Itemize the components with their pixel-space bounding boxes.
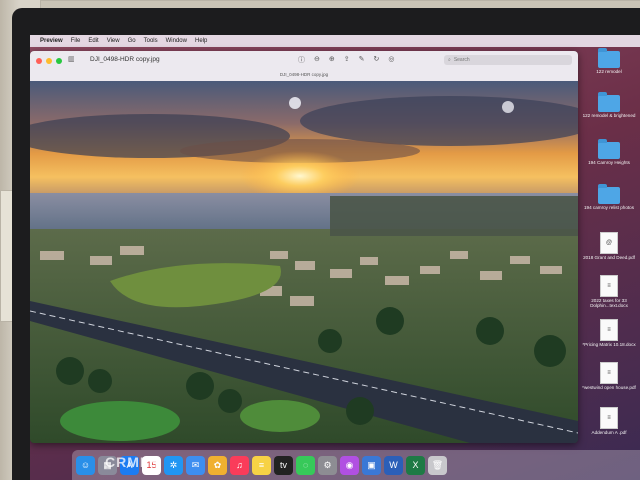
desktop-icon-westwind-open-house[interactable]: ≡ *westwind open house.pdf bbox=[578, 362, 640, 390]
toolbar-tools: ⓘ ⊖ ⊕ ⇪ ✎ ↻ ◎ bbox=[298, 55, 394, 65]
aerial-photo-image bbox=[30, 81, 578, 443]
desktop-icon-122-remodel-brightened[interactable]: 122 remodel & brightened bbox=[578, 92, 640, 118]
menu-help[interactable]: Help bbox=[195, 38, 207, 44]
window-title: DJI_0498-HDR copy.jpg bbox=[90, 56, 160, 63]
markup-icon[interactable]: ✎ bbox=[359, 55, 365, 65]
desktop-icon-label: 2022 taxes for 33 Dolphin...text.docx bbox=[590, 298, 628, 309]
trash-icon[interactable]: 🗑 bbox=[428, 455, 447, 475]
apple-tv-icon[interactable]: tv bbox=[274, 455, 293, 475]
desktop-icon-label: 194 Camroy Heights bbox=[588, 160, 630, 165]
zoom-button[interactable] bbox=[56, 58, 62, 64]
mac-screen: Preview File Edit View Go Tools Window H… bbox=[30, 35, 640, 480]
safari-icon[interactable]: ✲ bbox=[164, 455, 183, 475]
close-button[interactable] bbox=[36, 58, 42, 64]
preview-window: ▥ DJI_0498-HDR copy.jpg ⓘ ⊖ ⊕ ⇪ ✎ ↻ ◎ ⌕ … bbox=[30, 51, 578, 443]
menu-bar: Preview File Edit View Go Tools Window H… bbox=[30, 35, 640, 47]
traffic-lights bbox=[36, 58, 62, 64]
search-icon: ⌕ bbox=[448, 57, 451, 63]
desktop-icon-addendum-a[interactable]: ≡ Addendum A .pdf bbox=[578, 407, 640, 435]
desktop-icons: 122 remodel 122 remodel & brightened 194… bbox=[578, 47, 640, 467]
sidebar-toggle-icon[interactable]: ▥ bbox=[68, 55, 75, 63]
rotate-icon[interactable]: ↻ bbox=[374, 55, 380, 65]
desktop-icon-122-remodel[interactable]: 122 remodel bbox=[578, 48, 640, 74]
desktop-icon-taxes-docx[interactable]: ≡ 2022 taxes for 33 Dolphin...text.docx bbox=[578, 275, 640, 308]
desktop-icon-label: 122 remodel bbox=[596, 69, 622, 74]
music-icon[interactable]: ♫ bbox=[230, 455, 249, 475]
desktop-icon-label: *westwind open house.pdf bbox=[582, 385, 636, 390]
menu-file[interactable]: File bbox=[71, 38, 81, 44]
desktop-icon-label: 2018 Grant and Deed.pdf bbox=[583, 255, 635, 260]
mail-icon[interactable]: ✉ bbox=[186, 455, 205, 475]
document-icon: ≡ bbox=[600, 362, 618, 384]
excel-icon[interactable]: X bbox=[406, 455, 425, 475]
finder-icon[interactable]: ☺ bbox=[76, 455, 95, 475]
notes-icon[interactable]: ≡ bbox=[252, 455, 271, 475]
menu-go[interactable]: Go bbox=[128, 38, 136, 44]
document-icon: ≡ bbox=[600, 275, 618, 297]
zoom-in-icon[interactable]: ⊕ bbox=[329, 55, 335, 65]
document-icon: ≡ bbox=[600, 407, 618, 429]
folder-icon bbox=[598, 48, 620, 68]
photos-icon[interactable]: ✿ bbox=[208, 455, 227, 475]
document-subtitle: DJI_0498-HDR copy.jpg bbox=[279, 72, 329, 77]
document-icon: @ bbox=[600, 232, 618, 254]
word-icon[interactable]: W bbox=[384, 455, 403, 475]
menu-view[interactable]: View bbox=[107, 38, 120, 44]
messages-icon[interactable]: ◌ bbox=[296, 455, 315, 475]
zoom-out-icon[interactable]: ⊖ bbox=[314, 55, 320, 65]
preview-icon[interactable]: ▣ bbox=[362, 455, 381, 475]
system-settings-icon[interactable]: ⚙ bbox=[318, 455, 337, 475]
desktop-icon-grant-deed[interactable]: @ 2018 Grant and Deed.pdf bbox=[578, 232, 640, 260]
menu-tools[interactable]: Tools bbox=[144, 38, 158, 44]
folder-icon bbox=[598, 184, 620, 204]
annotate-icon[interactable]: ◎ bbox=[388, 55, 394, 65]
desktop-icon-label: *Pricing Matrix 10.18.docx bbox=[582, 342, 636, 347]
info-icon[interactable]: ⓘ bbox=[298, 55, 305, 65]
desktop-icon-label: Addendum A .pdf bbox=[591, 430, 627, 435]
podcasts-icon[interactable]: ◉ bbox=[340, 455, 359, 475]
desktop-icon-pricing-matrix[interactable]: ≡ *Pricing Matrix 10.18.docx bbox=[578, 319, 640, 347]
aerial-photo bbox=[30, 81, 578, 443]
search-field[interactable]: ⌕ Search bbox=[444, 55, 572, 65]
folder-icon bbox=[598, 139, 620, 159]
desktop-icon-label: 194 camroy relist photos bbox=[583, 205, 635, 210]
search-placeholder: Search bbox=[453, 57, 470, 63]
menu-app-name[interactable]: Preview bbox=[40, 38, 63, 44]
minimize-button[interactable] bbox=[46, 58, 52, 64]
menu-edit[interactable]: Edit bbox=[88, 38, 98, 44]
desktop-icon-194-camroy-heights[interactable]: 194 Camroy Heights bbox=[578, 139, 640, 165]
desktop-icon-label: 122 remodel & brightened bbox=[582, 113, 636, 118]
document-icon: ≡ bbox=[600, 319, 618, 341]
watermark: CRMLS bbox=[105, 454, 160, 470]
desktop-icon-194-camroy-relist[interactable]: 194 camroy relist photos bbox=[578, 184, 640, 210]
share-icon[interactable]: ⇪ bbox=[344, 55, 350, 65]
menu-window[interactable]: Window bbox=[166, 38, 187, 44]
folder-icon bbox=[598, 92, 620, 112]
window-toolbar: ▥ DJI_0498-HDR copy.jpg ⓘ ⊖ ⊕ ⇪ ✎ ↻ ◎ ⌕ … bbox=[30, 51, 578, 81]
